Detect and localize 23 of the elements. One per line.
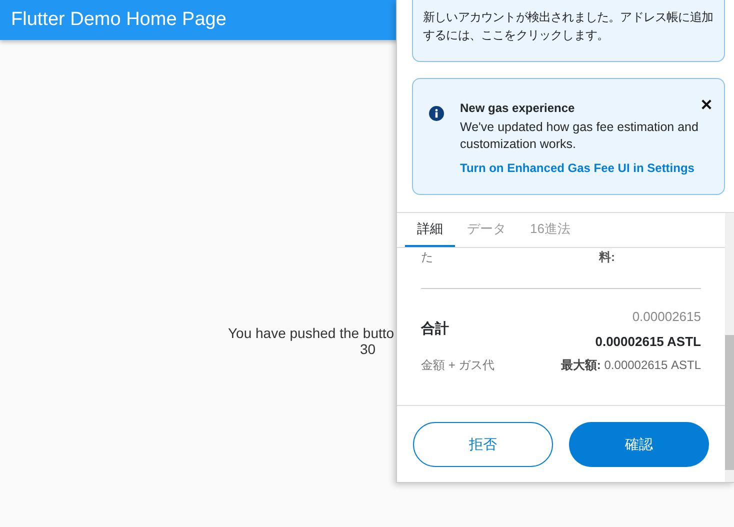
total-amount: 0.00002615 (632, 309, 701, 324)
total-label: 合計 (421, 320, 449, 338)
tab[interactable]: 詳細 (405, 213, 455, 247)
notice-text[interactable]: 新しいアカウントが検出されました。アドレス帳に追加するには、ここをクリックします。 (423, 8, 714, 44)
max-amount: 最大額: 0.00002615 ASTL (560, 357, 701, 374)
scrollbar-thumb[interactable] (725, 335, 734, 470)
scrollbar[interactable] (725, 213, 734, 482)
settings-link[interactable]: Turn on Enhanced Gas Fee UI in Settings (460, 161, 694, 175)
notice-text: We've updated how gas fee estimation and customization works. (460, 119, 700, 153)
counter-message: You have pushed the butto (228, 325, 394, 341)
detail-label: 料: (599, 249, 615, 266)
close-icon[interactable] (701, 99, 712, 110)
total-amount: 0.00002615 ASTL (595, 334, 701, 349)
notice-title: New gas experience (460, 101, 575, 115)
info-icon (429, 106, 444, 121)
counter-value: 30 (360, 341, 376, 357)
reject-button[interactable]: 拒否 (413, 422, 553, 467)
confirm-button[interactable]: 確認 (569, 422, 709, 467)
app-title: Flutter Demo Home Page (11, 9, 226, 31)
total-caption: 金額 + ガス代 (421, 357, 495, 374)
tab[interactable]: 16進法 (518, 213, 582, 247)
detail-label: た (421, 249, 433, 266)
tab[interactable]: データ (455, 213, 518, 247)
